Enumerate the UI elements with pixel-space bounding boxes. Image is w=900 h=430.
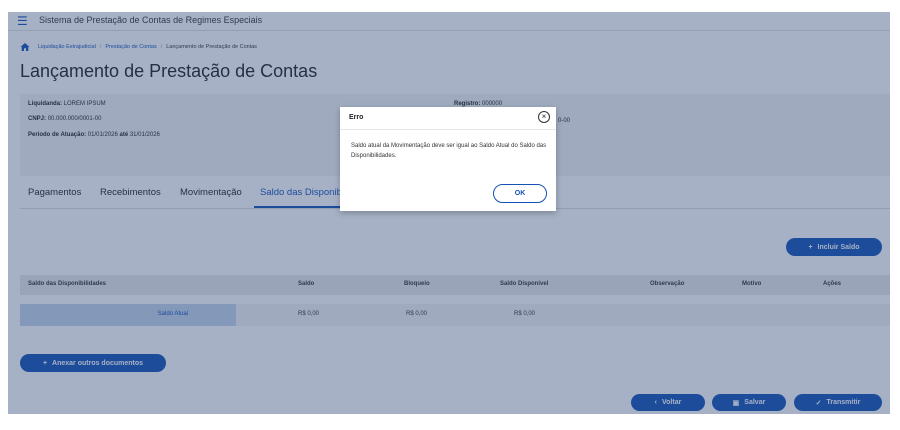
dialog-message: Saldo atual da Movimentação deve ser igu… (351, 143, 547, 159)
dialog-title: Erro (349, 114, 364, 121)
modal-overlay[interactable] (8, 12, 890, 414)
error-dialog: Erro × Saldo atual da Movimentação deve … (340, 107, 556, 211)
close-icon[interactable]: × (538, 111, 550, 123)
ok-button[interactable]: OK (493, 184, 547, 203)
dialog-header: Erro × (340, 107, 556, 130)
app-window: ☰ Sistema de Prestação de Contas de Regi… (8, 12, 890, 414)
